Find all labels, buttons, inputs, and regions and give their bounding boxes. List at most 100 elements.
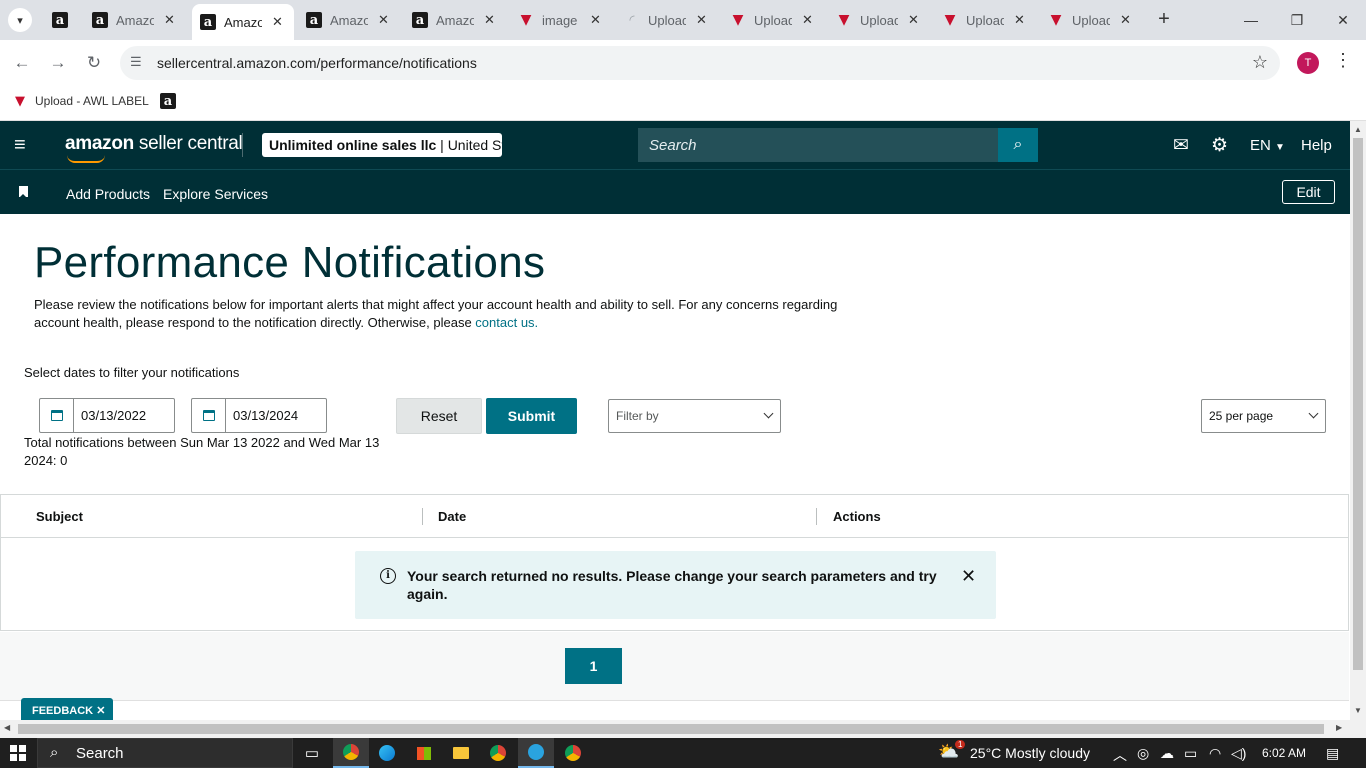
file-explorer-icon[interactable] (443, 738, 479, 768)
edit-button[interactable]: Edit (1282, 180, 1335, 204)
chevron-down-icon (763, 408, 774, 419)
store-app-icon[interactable] (406, 738, 442, 768)
close-icon[interactable]: ✕ (96, 705, 105, 717)
scroll-down-icon[interactable]: ▼ (1354, 706, 1362, 715)
calendar-icon[interactable] (192, 399, 226, 432)
windows-start-icon[interactable] (10, 745, 26, 761)
submit-button[interactable]: Submit (486, 398, 577, 434)
taskbar-search[interactable]: ⌕ Search (37, 738, 293, 768)
end-date-field (191, 398, 327, 433)
browser-tab-6[interactable]: ◜ Upload ✕ (616, 6, 718, 34)
chrome-app-icon[interactable] (333, 738, 369, 768)
scroll-left-icon[interactable]: ◀ (4, 723, 10, 732)
profile-avatar[interactable]: T (1297, 52, 1319, 74)
scroll-right-icon[interactable]: ▶ (1336, 723, 1342, 732)
horizontal-scroll-thumb[interactable] (18, 724, 1324, 734)
filter-by-select[interactable]: Filter by (608, 399, 781, 433)
close-tab-icon[interactable]: ✕ (164, 12, 175, 28)
browser-tab-1[interactable]: a Amazon ✕ (84, 6, 184, 34)
mail-icon[interactable]: ✉ (1173, 134, 1189, 157)
close-tab-icon[interactable]: ✕ (1014, 12, 1025, 28)
browser-tab-strip: ▾ a a Amazon ✕ a Amazon ✕ a Amazon ✕ a Amazon ✕ ▼ imag… (0, 0, 1366, 40)
bookmark-star-icon[interactable]: ☆ (1252, 52, 1268, 73)
site-settings-icon[interactable]: ☰ (130, 54, 148, 72)
chevron-up-icon[interactable]: ︿ (1113, 745, 1127, 765)
chrome-app-icon-3[interactable] (555, 738, 591, 768)
page-1-button[interactable]: 1 (565, 648, 622, 684)
vertical-scrollbar[interactable]: ▲ ▼ (1350, 121, 1366, 720)
end-date-input[interactable] (226, 399, 326, 432)
browser-tab-5[interactable]: ▼ image ✕ (510, 6, 612, 34)
gear-icon[interactable]: ⚙ (1211, 134, 1228, 157)
new-tab-button[interactable]: + (1152, 8, 1176, 32)
per-page-select[interactable]: 25 per page (1201, 399, 1326, 433)
vertical-scroll-thumb[interactable] (1353, 138, 1363, 670)
hamburger-menu-icon[interactable]: ≡ (14, 135, 34, 155)
telegram-app-icon[interactable] (518, 738, 554, 768)
help-link[interactable]: Help (1301, 137, 1332, 154)
close-tab-icon[interactable]: ✕ (272, 14, 283, 30)
scroll-up-icon[interactable]: ▲ (1354, 125, 1362, 134)
seller-central-header: ≡ amazon seller central Unlimited online… (0, 121, 1350, 169)
address-bar[interactable]: ☰ sellercentral.amazon.com/performance/n… (120, 46, 1280, 80)
bookmark-amazon[interactable]: a (160, 93, 183, 109)
browser-tab-4[interactable]: a Amazon ✕ (404, 6, 506, 34)
tab-title: Amazon (224, 14, 262, 30)
language-selector[interactable]: EN ▼ (1250, 137, 1285, 154)
close-tab-icon[interactable]: ✕ (590, 12, 601, 28)
column-subject[interactable]: Subject (36, 509, 83, 524)
task-view-icon[interactable]: ▭ (294, 738, 330, 768)
account-region: | United States (440, 137, 502, 153)
edge-app-icon[interactable] (369, 738, 405, 768)
search-icon[interactable]: ⌕ (998, 128, 1038, 162)
calendar-icon[interactable] (40, 399, 74, 432)
notifications-icon[interactable]: ▤ (1326, 745, 1339, 762)
start-date-input[interactable] (74, 399, 174, 432)
column-date[interactable]: Date (438, 509, 466, 524)
volume-icon[interactable]: ◁) (1231, 745, 1246, 762)
clock-time[interactable]: 6:02 AM (1262, 746, 1306, 760)
subnav-add-products[interactable]: Add Products (66, 186, 150, 202)
browser-tab-9[interactable]: ▼ Upload ✕ (934, 6, 1036, 34)
bookmark-upload-awl[interactable]: ▼ Upload - AWL LABEL (12, 93, 149, 109)
restore-button[interactable]: ❐ (1274, 8, 1320, 32)
account-switcher[interactable]: Unlimited online sales llc | United Stat… (262, 133, 502, 157)
feedback-button[interactable]: FEEDBACK ✕ (21, 698, 113, 722)
tab-search-icon[interactable]: ▾ (8, 8, 32, 32)
back-arrow-icon[interactable]: ← (10, 51, 34, 75)
close-tab-icon[interactable]: ✕ (484, 12, 495, 28)
browser-tab-8[interactable]: ▼ Upload ✕ (828, 6, 930, 34)
onedrive-icon[interactable]: ☁ (1160, 745, 1174, 762)
reload-icon[interactable]: ↻ (82, 51, 106, 75)
contact-us-link[interactable]: contact us. (475, 315, 538, 330)
battery-icon[interactable]: ▭ (1184, 745, 1197, 762)
meet-now-icon[interactable]: ◎ (1137, 745, 1149, 762)
url-text[interactable]: sellercentral.amazon.com/performance/not… (157, 55, 477, 71)
forward-arrow-icon[interactable]: → (46, 51, 70, 75)
bookmark-icon[interactable] (19, 186, 28, 198)
reset-button[interactable]: Reset (396, 398, 482, 434)
close-tab-icon[interactable]: ✕ (1120, 12, 1131, 28)
seller-central-logo[interactable]: amazon seller central (65, 133, 243, 163)
browser-menu-icon[interactable]: ⋮ (1334, 50, 1352, 71)
no-results-alert: i Your search returned no results. Pleas… (355, 551, 996, 619)
close-icon[interactable]: ✕ (961, 566, 976, 587)
close-tab-icon[interactable]: ✕ (696, 12, 707, 28)
chrome-app-icon-2[interactable] (480, 738, 516, 768)
weather-text[interactable]: 25°C Mostly cloudy (970, 745, 1090, 761)
browser-tab-7[interactable]: ▼ Upload ✕ (722, 6, 824, 34)
horizontal-scrollbar[interactable]: ◀ ▶ (0, 720, 1366, 738)
close-window-button[interactable]: ✕ (1320, 8, 1366, 32)
browser-tab-10[interactable]: ▼ Upload ✕ (1040, 6, 1142, 34)
close-tab-icon[interactable]: ✕ (378, 12, 389, 28)
browser-tab-3[interactable]: a Amazon ✕ (298, 6, 400, 34)
subnav-explore-services[interactable]: Explore Services (163, 186, 268, 202)
minimize-button[interactable]: — (1228, 8, 1274, 32)
close-tab-icon[interactable]: ✕ (802, 12, 813, 28)
browser-tab-0[interactable]: a (44, 6, 76, 34)
browser-tab-2[interactable]: a Amazon ✕ (192, 4, 294, 40)
search-input[interactable] (638, 128, 998, 162)
wifi-icon[interactable]: ◠ (1209, 745, 1221, 762)
close-tab-icon[interactable]: ✕ (908, 12, 919, 28)
column-actions[interactable]: Actions (833, 509, 881, 524)
